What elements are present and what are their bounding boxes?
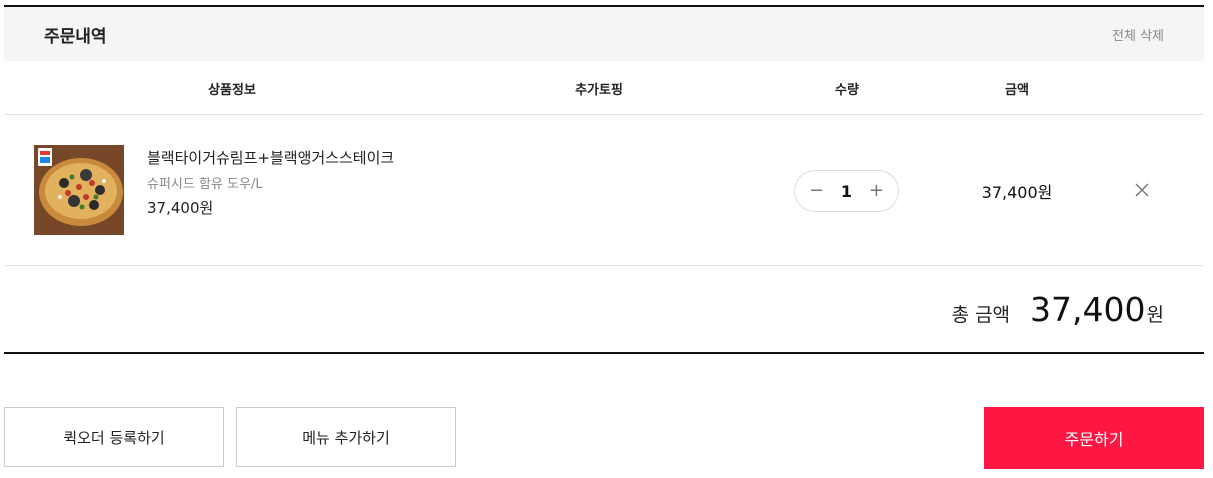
close-icon bbox=[1135, 183, 1149, 197]
order-list: 주문내역 전체 삭제 상품정보 추가토핑 수량 금액 블랙타이거슈림프+블랙앵거… bbox=[4, 5, 1204, 354]
total-amount: 총 금액 37,400 원 bbox=[952, 290, 1164, 329]
quantity-value: 1 bbox=[840, 181, 853, 201]
increase-quantity-button[interactable]: + bbox=[869, 182, 884, 200]
page-title: 주문내역 bbox=[44, 26, 107, 47]
total-unit: 원 bbox=[1146, 304, 1164, 326]
column-header-topping: 추가토핑 bbox=[575, 83, 623, 98]
add-menu-button[interactable]: 메뉴 추가하기 bbox=[236, 407, 456, 467]
total-row: 총 금액 37,400 원 bbox=[4, 266, 1204, 354]
remove-item-button[interactable] bbox=[1134, 182, 1150, 198]
total-value: 37,400 bbox=[1030, 290, 1146, 329]
quantity-stepper: − 1 + bbox=[794, 170, 899, 212]
table-row: 블랙타이거슈림프+블랙앵거스스테이크 슈퍼시드 함유 도우/L 37,400원 … bbox=[4, 115, 1204, 266]
column-header-quantity: 수량 bbox=[835, 83, 859, 98]
column-header-product: 상품정보 bbox=[208, 83, 256, 98]
product-name: 블랙타이거슈림프+블랙앵거스스테이크 bbox=[147, 149, 395, 167]
product-price: 37,400원 bbox=[147, 199, 214, 217]
table-header: 상품정보 추가토핑 수량 금액 bbox=[4, 61, 1204, 115]
pizza-image-icon bbox=[34, 145, 124, 235]
order-button[interactable]: 주문하기 bbox=[984, 407, 1204, 469]
order-list-header: 주문내역 전체 삭제 bbox=[4, 5, 1204, 61]
total-label: 총 금액 bbox=[951, 304, 1011, 326]
pizza-thumbnail[interactable] bbox=[34, 145, 124, 235]
product-option: 슈퍼시드 함유 도우/L bbox=[147, 177, 263, 192]
quick-order-button[interactable]: 퀵오더 등록하기 bbox=[4, 407, 224, 467]
column-header-amount: 금액 bbox=[1005, 83, 1029, 98]
decrease-quantity-button[interactable]: − bbox=[809, 182, 824, 200]
row-amount: 37,400원 bbox=[981, 183, 1053, 202]
delete-all-button[interactable]: 전체 삭제 bbox=[1112, 25, 1164, 44]
